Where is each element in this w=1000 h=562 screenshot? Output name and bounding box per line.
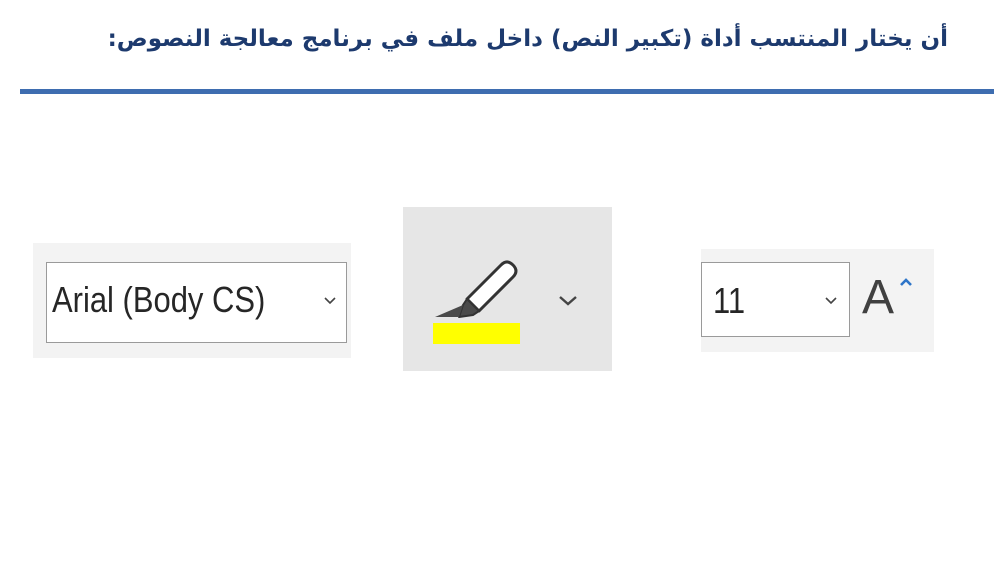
grow-font-button[interactable]: A [859,269,919,329]
font-size-panel: 11 A [701,249,934,352]
caret-up-icon [900,278,912,286]
font-size-combobox[interactable]: 11 [701,262,850,337]
chevron-down-icon[interactable] [324,297,336,305]
chevron-down-icon[interactable] [558,295,578,307]
font-name-combobox[interactable]: Arial (Body CS) [46,262,347,343]
highlighter-pen-icon [435,260,518,318]
header-divider [20,89,994,94]
font-size-value: 11 [713,280,746,321]
text-highlight-button[interactable] [403,207,612,371]
question-text: أن يختار المنتسب أداة (تكبير النص) داخل … [107,26,948,52]
highlight-color-swatch [433,323,520,344]
font-name-value: Arial (Body CS) [52,279,266,320]
letter-a-icon: A [862,271,895,324]
chevron-down-icon[interactable] [825,297,837,305]
font-name-panel: Arial (Body CS) [33,243,351,358]
